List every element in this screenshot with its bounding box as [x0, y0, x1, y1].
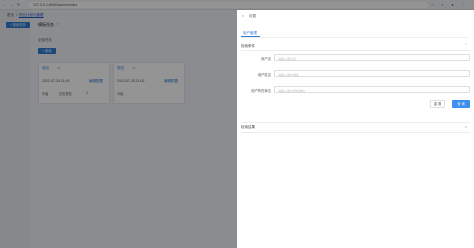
tab-user-management[interactable]: 用户管理: [241, 29, 260, 37]
tab-divider: [241, 37, 469, 38]
drawer-title: 设置: [249, 13, 256, 18]
unit-label: 用户所在单位: [251, 89, 271, 93]
chevron-down-icon[interactable]: v: [465, 125, 467, 129]
section-divider: [241, 132, 470, 133]
search-section-title[interactable]: 检索条件: [241, 44, 255, 49]
chevron-up-icon[interactable]: ^: [465, 43, 467, 47]
fullname-label: 用户姓名: [257, 73, 271, 77]
section-divider: [241, 50, 470, 51]
username-placeholder: 请输入用户名: [278, 56, 297, 61]
settings-drawer: [237, 10, 474, 248]
drawer-close-icon[interactable]: ×: [242, 13, 244, 18]
username-label: 用户名: [261, 57, 271, 61]
fullname-placeholder: 请输入用户姓名: [278, 72, 300, 77]
results-section-title[interactable]: 检索结果: [241, 125, 255, 130]
section-divider: [241, 122, 470, 123]
username-input[interactable]: 请输入用户名: [274, 54, 470, 61]
tab-label: 用户管理: [243, 30, 257, 35]
unit-input[interactable]: 请输入用户所在单位: [274, 86, 470, 93]
fullname-input[interactable]: 请输入用户姓名: [274, 70, 470, 77]
search-button[interactable]: 查 询: [452, 100, 470, 108]
unit-placeholder: 请输入用户所在单位: [278, 88, 306, 93]
reset-button[interactable]: 重 置: [430, 100, 445, 108]
